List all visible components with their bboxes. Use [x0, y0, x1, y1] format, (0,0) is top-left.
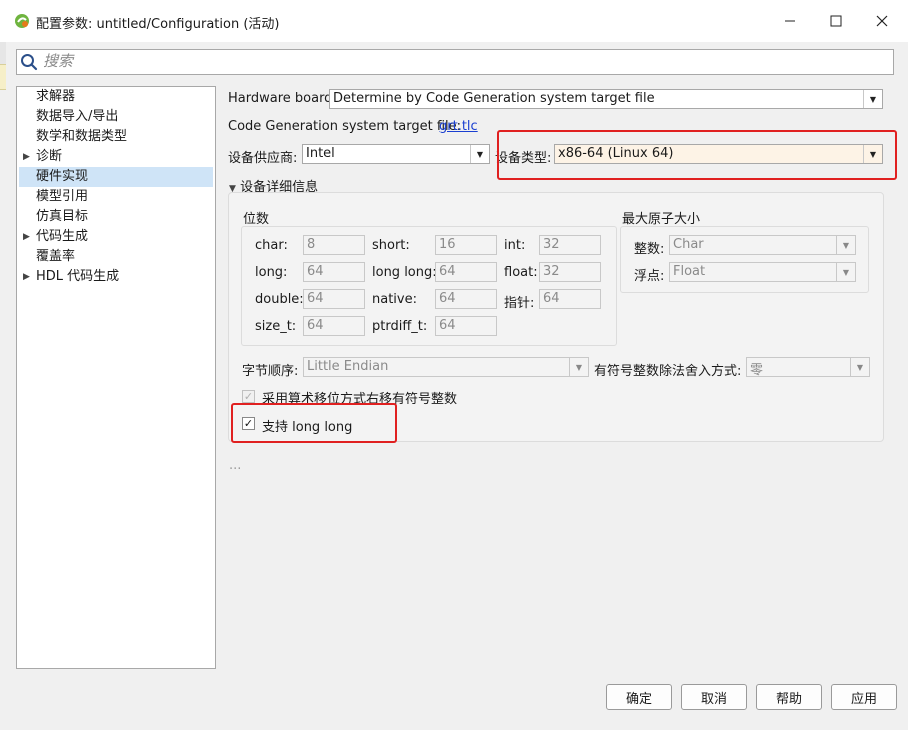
atomic-integer-select[interactable]: Char ▼: [669, 235, 856, 255]
rounding-label: 有符号整数除法舍入方式:: [594, 364, 742, 379]
tree-item-model-referencing[interactable]: 模型引用: [19, 187, 213, 207]
tree-item-hdl-code-generation[interactable]: ▶ HDL 代码生成: [19, 267, 213, 287]
title-bar: 配置参数: untitled/Configuration (活动): [0, 0, 917, 42]
help-button[interactable]: 帮助: [756, 684, 822, 710]
atomic-float-label: 浮点:: [634, 269, 665, 284]
byte-order-label: 字节顺序:: [242, 364, 299, 379]
arithmetic-shift-checkbox[interactable]: ✓: [242, 390, 255, 403]
byte-order-select[interactable]: Little Endian ▼: [303, 357, 589, 377]
sizet-bits-label: size_t:: [255, 319, 297, 334]
checkmark-icon: ✓: [243, 390, 254, 403]
int-bits-field: 32: [539, 235, 601, 255]
tree-item-label: 硬件实现: [36, 169, 89, 184]
device-vendor-value: Intel: [306, 146, 335, 161]
tree-item-label: HDL 代码生成: [36, 269, 120, 284]
close-button[interactable]: [859, 0, 905, 42]
longlong-bits-label: long long:: [372, 265, 437, 280]
long-bits-field: 64: [303, 262, 365, 282]
tree-item-label: 求解器: [36, 89, 76, 104]
longlong-bits-field: 64: [435, 262, 497, 282]
short-bits-label: short:: [372, 238, 410, 253]
category-tree: 求解器 数据导入/导出 数学和数据类型 ▶ 诊断 硬件实现 模型引用 仿真目标 …: [16, 86, 216, 669]
device-vendor-label: 设备供应商:: [228, 151, 298, 166]
atomic-float-value: Float: [673, 264, 706, 279]
long-bits-label: long:: [255, 265, 288, 280]
double-bits-field: 64: [303, 289, 365, 309]
tree-item-code-generation[interactable]: ▶ 代码生成: [19, 227, 213, 247]
minimize-icon: [785, 20, 795, 22]
tree-item-label: 模型引用: [36, 189, 89, 204]
target-file-link[interactable]: grt.tlc: [439, 119, 478, 134]
rounding-value: 零: [750, 363, 764, 378]
expand-arrow-icon[interactable]: ▶: [23, 147, 30, 167]
char-bits-label: char:: [255, 238, 288, 253]
bits-title: 位数: [243, 212, 270, 227]
tree-item-solver[interactable]: 求解器: [19, 87, 213, 107]
chevron-down-icon: ▼: [470, 145, 489, 163]
close-icon: [876, 15, 888, 27]
rounding-select[interactable]: 零 ▼: [746, 357, 870, 378]
search-icon: [21, 54, 38, 71]
tree-item-label: 数学和数据类型: [36, 129, 128, 144]
atomic-float-select[interactable]: Float ▼: [669, 262, 856, 282]
ptrdiff-bits-label: ptrdiff_t:: [372, 319, 428, 334]
tree-item-hardware-implementation[interactable]: 硬件实现: [19, 167, 213, 187]
cancel-button[interactable]: 取消: [681, 684, 747, 710]
hardware-board-label: Hardware board:: [228, 91, 337, 106]
maximize-icon: [830, 15, 842, 27]
double-bits-label: double:: [255, 292, 304, 307]
native-bits-field: 64: [435, 289, 497, 309]
highlight-device-type: [497, 130, 897, 180]
tree-item-label: 代码生成: [36, 229, 89, 244]
window-edge: [908, 42, 917, 730]
tree-item-simulation-target[interactable]: 仿真目标: [19, 207, 213, 227]
short-bits-field: 16: [435, 235, 497, 255]
search-input[interactable]: [43, 51, 883, 71]
more-ellipsis: ...: [229, 458, 242, 473]
hardware-board-value: Determine by Code Generation system targ…: [333, 91, 655, 106]
ptrdiff-bits-field: 64: [435, 316, 497, 336]
atomic-integer-label: 整数:: [634, 242, 665, 257]
char-bits-field: 8: [303, 235, 365, 255]
tree-item-math-data-types[interactable]: 数学和数据类型: [19, 127, 213, 147]
tree-item-coverage[interactable]: 覆盖率: [19, 247, 213, 267]
target-file-label: Code Generation system target file:: [228, 119, 462, 134]
tree-item-label: 覆盖率: [36, 249, 76, 264]
chevron-down-icon: ▼: [863, 90, 882, 108]
sizet-bits-field: 64: [303, 316, 365, 336]
hardware-board-select[interactable]: Determine by Code Generation system targ…: [329, 89, 883, 109]
chevron-down-icon: ▼: [836, 236, 855, 254]
chevron-down-icon: ▼: [836, 263, 855, 281]
tree-item-diagnostics[interactable]: ▶ 诊断: [19, 147, 213, 167]
pointer-bits-label: 指针:: [504, 296, 535, 311]
tree-item-label: 仿真目标: [36, 209, 89, 224]
tree-item-label: 数据导入/导出: [36, 109, 119, 124]
float-bits-field: 32: [539, 262, 601, 282]
pointer-bits-field: 64: [539, 289, 601, 309]
atomic-integer-value: Char: [673, 237, 704, 252]
native-bits-label: native:: [372, 292, 417, 307]
atomic-size-title: 最大原子大小: [622, 212, 701, 227]
apply-button[interactable]: 应用: [831, 684, 897, 710]
chevron-down-icon: ▼: [569, 358, 588, 376]
window-title: 配置参数: untitled/Configuration (活动): [36, 17, 280, 32]
ok-button[interactable]: 确定: [606, 684, 672, 710]
chevron-down-icon: ▼: [850, 358, 869, 376]
float-bits-label: float:: [504, 265, 538, 280]
byte-order-value: Little Endian: [307, 359, 389, 374]
tree-item-label: 诊断: [36, 149, 63, 164]
simulink-app-icon: [15, 14, 29, 28]
tree-item-data-import-export[interactable]: 数据导入/导出: [19, 107, 213, 127]
expand-arrow-icon[interactable]: ▶: [23, 227, 30, 247]
highlight-longlong: [231, 403, 397, 443]
expand-arrow-icon[interactable]: ▶: [23, 267, 30, 287]
int-bits-label: int:: [504, 238, 526, 253]
maximize-button[interactable]: [813, 0, 859, 42]
minimize-button[interactable]: [767, 0, 813, 42]
device-vendor-select[interactable]: Intel ▼: [302, 144, 490, 164]
